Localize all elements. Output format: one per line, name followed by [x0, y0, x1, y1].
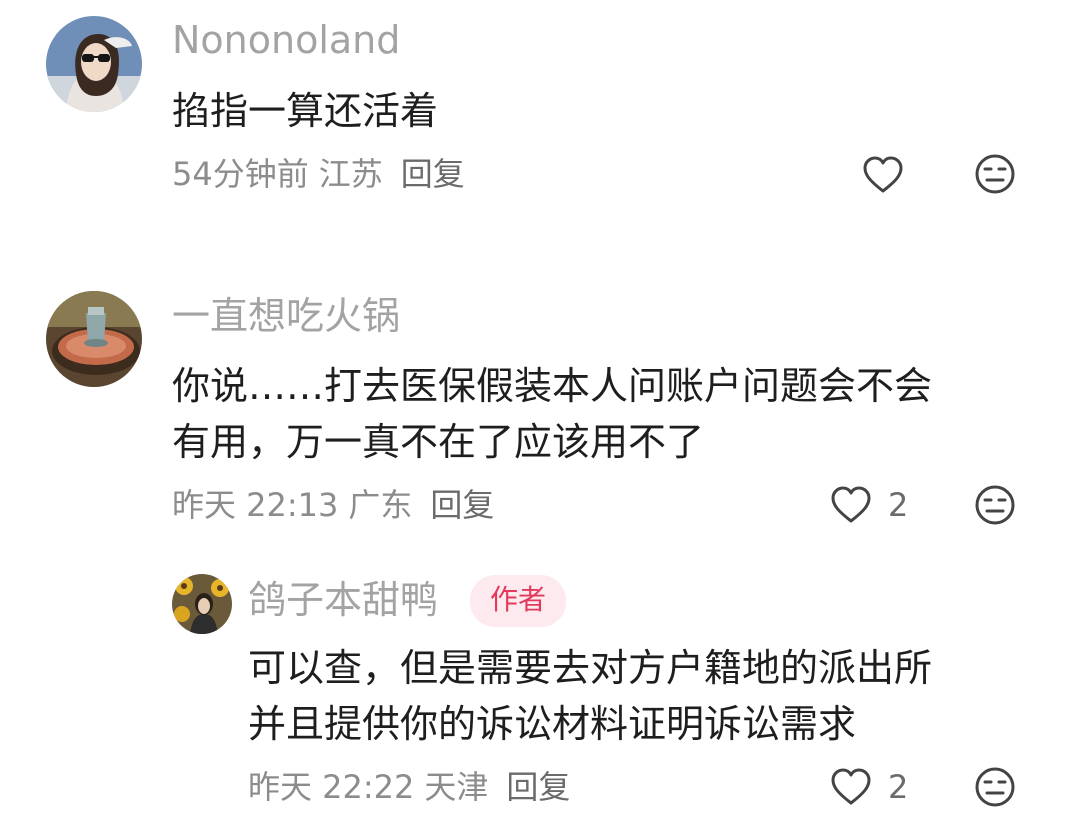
reply-item: 鸽子本甜鸭 作者 可以查，但是需要去对方户籍地的派出所 并且提供你的诉讼材料证明…: [0, 0, 1080, 834]
author-badge: 作者: [470, 575, 567, 627]
avatar-image: [172, 574, 232, 634]
meh-face-icon: [975, 767, 1015, 807]
reply-button[interactable]: 回复: [506, 768, 570, 806]
like-button[interactable]: 2: [830, 765, 908, 809]
comment-time: 昨天 22:22: [248, 768, 415, 806]
comment-location: 天津: [424, 768, 489, 806]
dislike-button[interactable]: [974, 766, 1016, 808]
comment-text: 可以查，但是需要去对方户籍地的派出所 并且提供你的诉讼材料证明诉讼需求: [248, 640, 932, 752]
like-count: 2: [888, 768, 909, 806]
comment-line: 可以查，但是需要去对方户籍地的派出所: [248, 646, 933, 690]
avatar[interactable]: [172, 574, 232, 634]
comment-line: 并且提供你的诉讼材料证明诉讼需求: [248, 702, 857, 746]
comment-meta: 昨天 22:22 天津 回复: [248, 767, 580, 807]
heart-outline-icon: [831, 768, 871, 805]
username[interactable]: 鸽子本甜鸭: [248, 577, 438, 623]
